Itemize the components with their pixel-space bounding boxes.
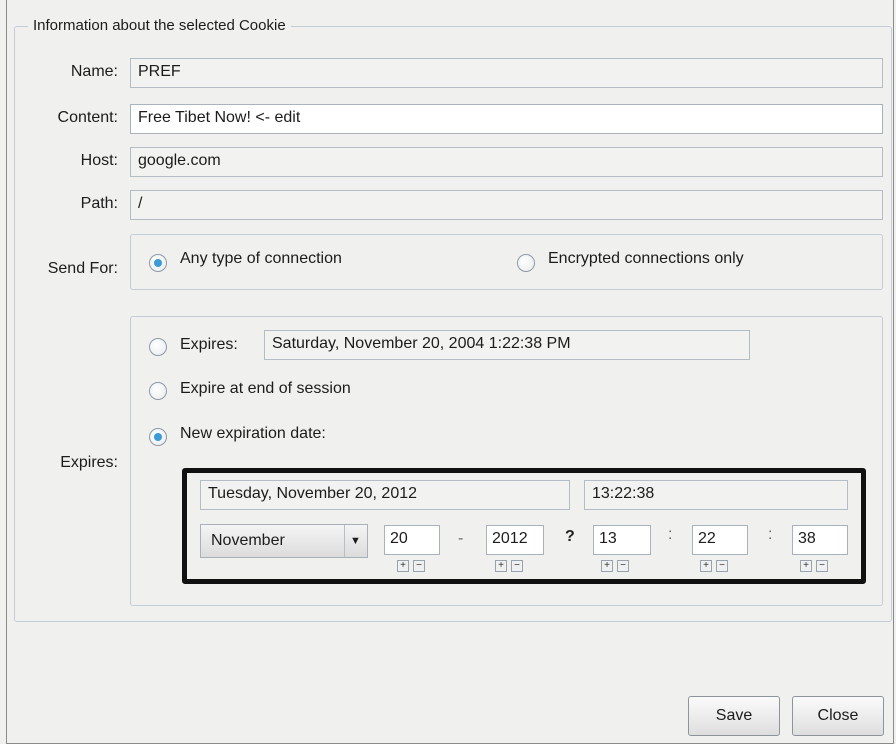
time-separator-2: : [768, 526, 773, 543]
session-radio[interactable] [149, 382, 167, 400]
current-expiry-field: Saturday, November 20, 2004 1:22:38 PM [264, 330, 750, 360]
expires-radio[interactable] [149, 338, 167, 356]
any-connection-label[interactable]: Any type of connection [180, 250, 342, 268]
day-input[interactable]: 20 [384, 525, 440, 555]
new-date-radio-label[interactable]: New expiration date: [180, 425, 326, 443]
close-button[interactable]: Close [792, 696, 884, 736]
host-field[interactable]: google.com [130, 147, 883, 177]
name-label: Name: [70, 63, 118, 80]
new-date-display: Tuesday, November 20, 2012 [200, 480, 570, 510]
group-title: Information about the selected Cookie [28, 17, 291, 34]
hour-minus-button[interactable]: − [617, 560, 629, 572]
expires-radio-label[interactable]: Expires: [180, 336, 238, 354]
unknown-separator: ? [565, 528, 575, 545]
second-plus-button[interactable]: + [800, 560, 812, 572]
content-field[interactable]: Free Tibet Now! <- edit [130, 104, 883, 134]
day-plus-button[interactable]: + [397, 560, 409, 572]
year-plus-button[interactable]: + [495, 560, 507, 572]
year-input[interactable]: 2012 [486, 525, 544, 555]
minute-input[interactable]: 22 [692, 525, 748, 555]
new-date-radio[interactable] [149, 428, 167, 446]
expires-label: Expires: [60, 454, 118, 471]
name-field[interactable]: PREF [130, 58, 883, 88]
time-separator-1: : [668, 526, 673, 543]
month-value: November [211, 532, 285, 549]
any-connection-radio[interactable] [149, 254, 167, 272]
path-label: Path: [80, 195, 118, 212]
new-time-display: 13:22:38 [584, 480, 848, 510]
date-separator: - [458, 530, 464, 547]
month-dropdown[interactable]: November [200, 524, 368, 558]
save-button[interactable]: Save [688, 696, 780, 736]
second-input[interactable]: 38 [792, 525, 848, 555]
chevron-down-icon[interactable]: ▼ [344, 525, 366, 557]
minute-minus-button[interactable]: − [716, 560, 728, 572]
host-label: Host: [80, 152, 118, 169]
hour-input[interactable]: 13 [593, 525, 651, 555]
year-minus-button[interactable]: − [511, 560, 523, 572]
minute-plus-button[interactable]: + [700, 560, 712, 572]
session-radio-label[interactable]: Expire at end of session [180, 380, 351, 398]
encrypted-only-label[interactable]: Encrypted connections only [548, 250, 744, 268]
hour-plus-button[interactable]: + [601, 560, 613, 572]
send-for-label: Send For: [47, 260, 118, 277]
day-minus-button[interactable]: − [413, 560, 425, 572]
second-minus-button[interactable]: − [816, 560, 828, 572]
content-label: Content: [57, 109, 118, 126]
path-field[interactable]: / [130, 190, 883, 220]
encrypted-only-radio[interactable] [517, 254, 535, 272]
